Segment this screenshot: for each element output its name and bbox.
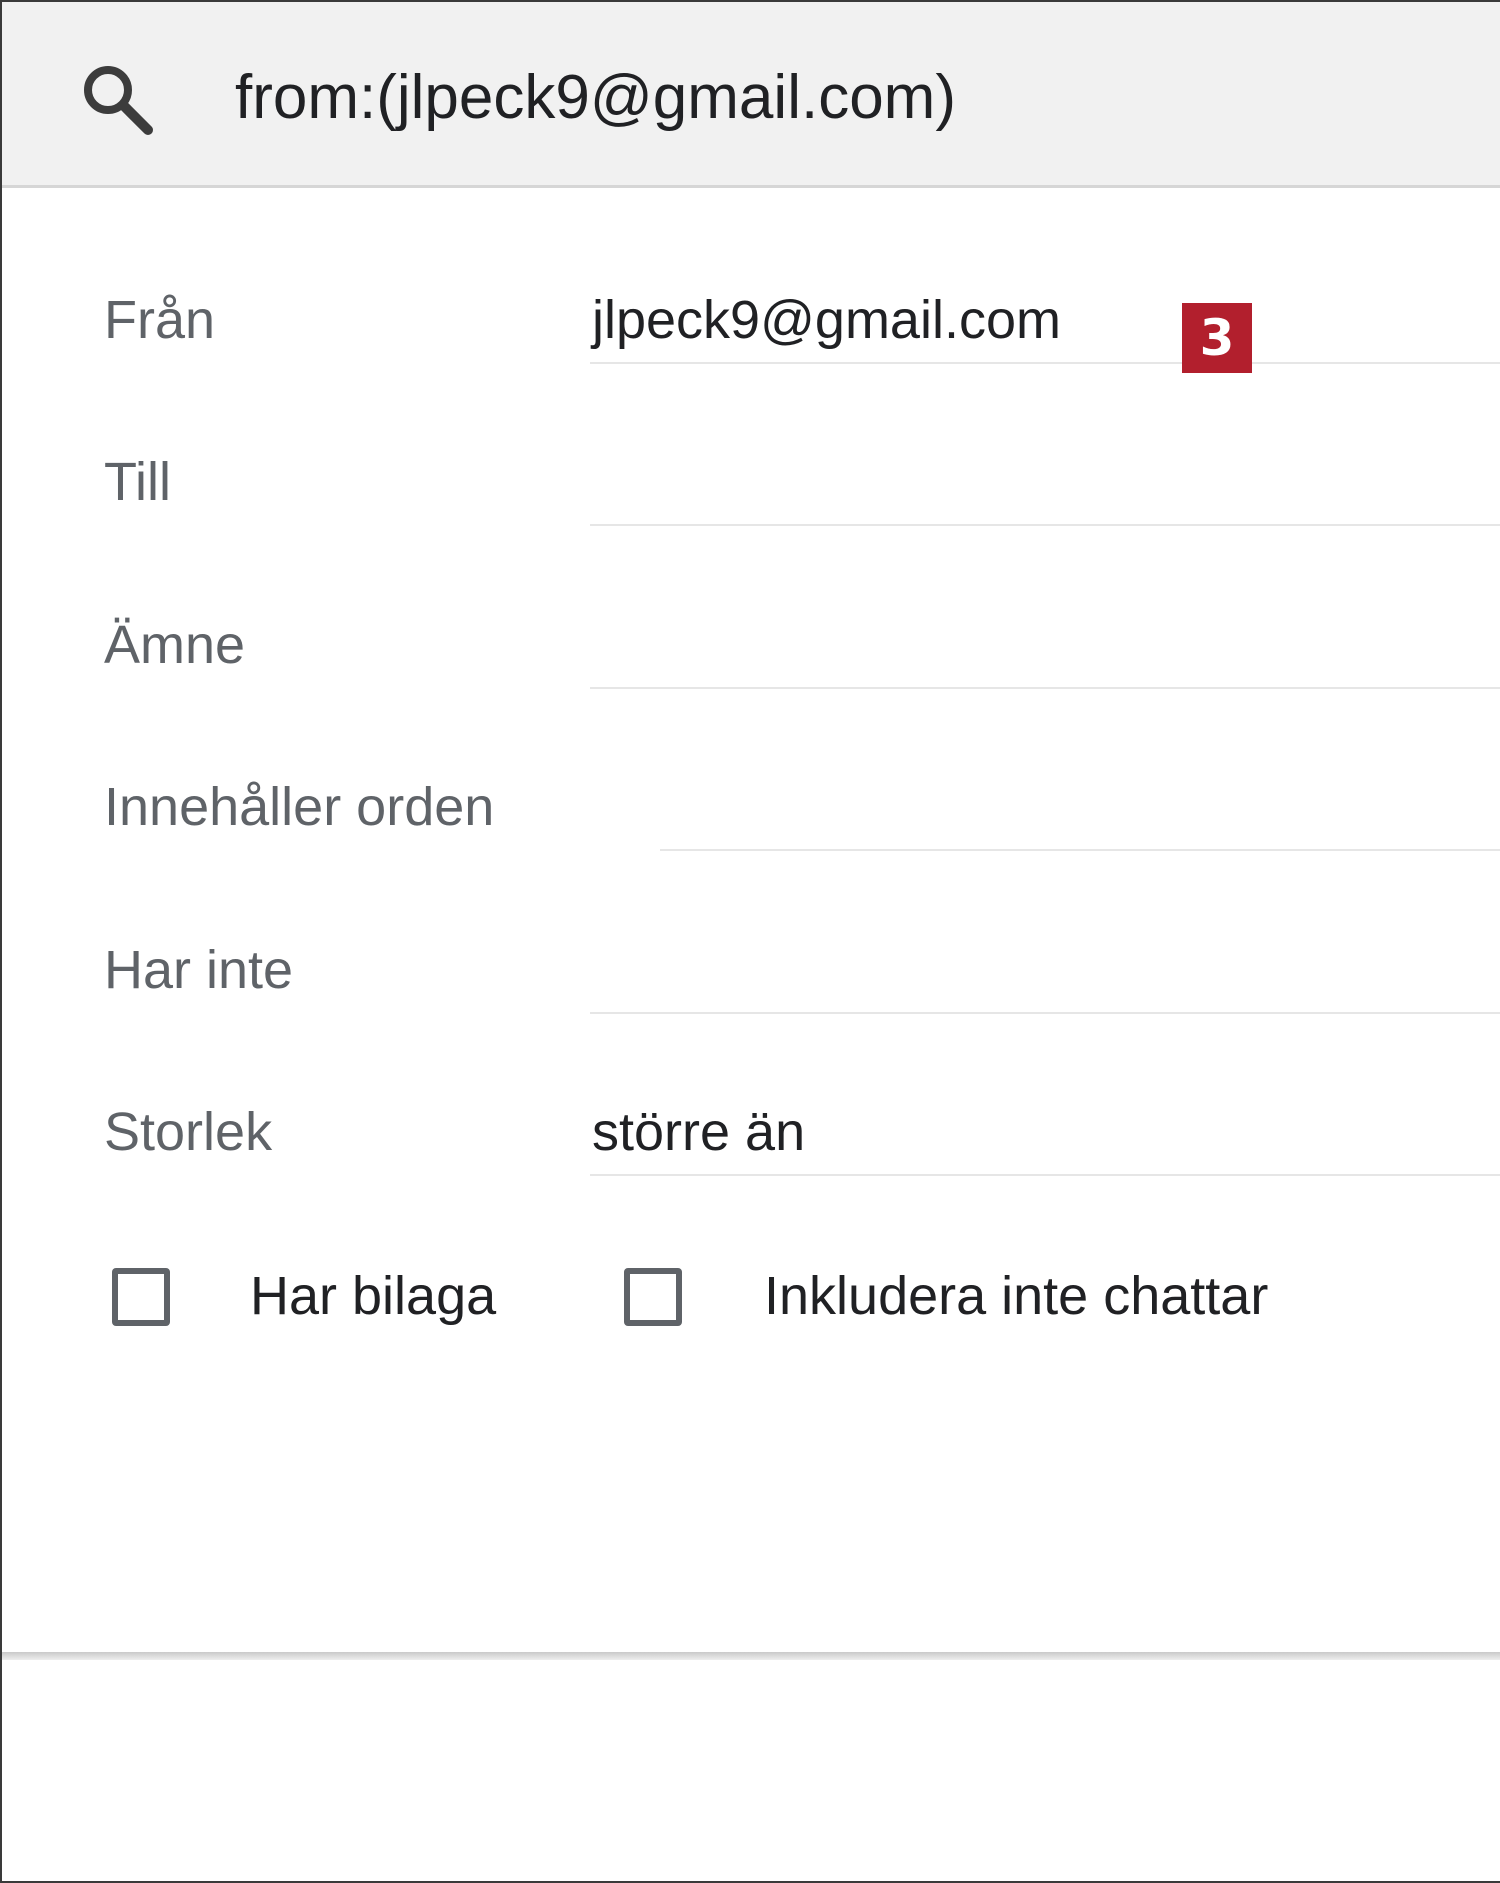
has-attachment-checkbox[interactable] [112,1268,170,1326]
size-row: Storlek större än [2,1000,1500,1176]
doesnt-have-label: Har inte [104,940,294,1000]
size-operator-select[interactable]: större än [590,1092,1500,1176]
to-label: Till [104,452,171,512]
footer-divider [2,1652,1500,1660]
has-words-row: Innehåller orden [2,675,1500,851]
doesnt-have-row: Har inte [2,838,1500,1014]
subject-label: Ämne [104,615,246,675]
from-field-value: jlpeck9@gmail.com [592,290,1061,350]
subject-row: Ämne [2,513,1500,689]
advanced-search-form: Från jlpeck9@gmail.com Till Ämne Innehål… [2,188,1500,1653]
annotation-badge: 3 [1182,303,1252,373]
to-row: Till [2,350,1500,526]
has-words-label: Innehåller orden [104,777,495,837]
size-label: Storlek [104,1102,273,1162]
advanced-search-dialog: from:(jlpeck9@gmail.com) Från jlpeck9@gm… [0,0,1500,1883]
search-icon[interactable] [78,60,158,140]
search-bar[interactable]: from:(jlpeck9@gmail.com) [2,2,1500,188]
exclude-chats-checkbox[interactable] [624,1268,682,1326]
from-label: Från [104,290,216,350]
from-row: Från jlpeck9@gmail.com [2,188,1500,364]
checkbox-row: Har bilaga Inkludera inte chattar [2,1260,1500,1340]
exclude-chats-label[interactable]: Inkludera inte chattar [764,1264,1268,1328]
size-operator-value: större än [592,1102,806,1162]
has-attachment-label[interactable]: Har bilaga [250,1264,496,1328]
search-query-input[interactable]: from:(jlpeck9@gmail.com) [235,62,956,134]
